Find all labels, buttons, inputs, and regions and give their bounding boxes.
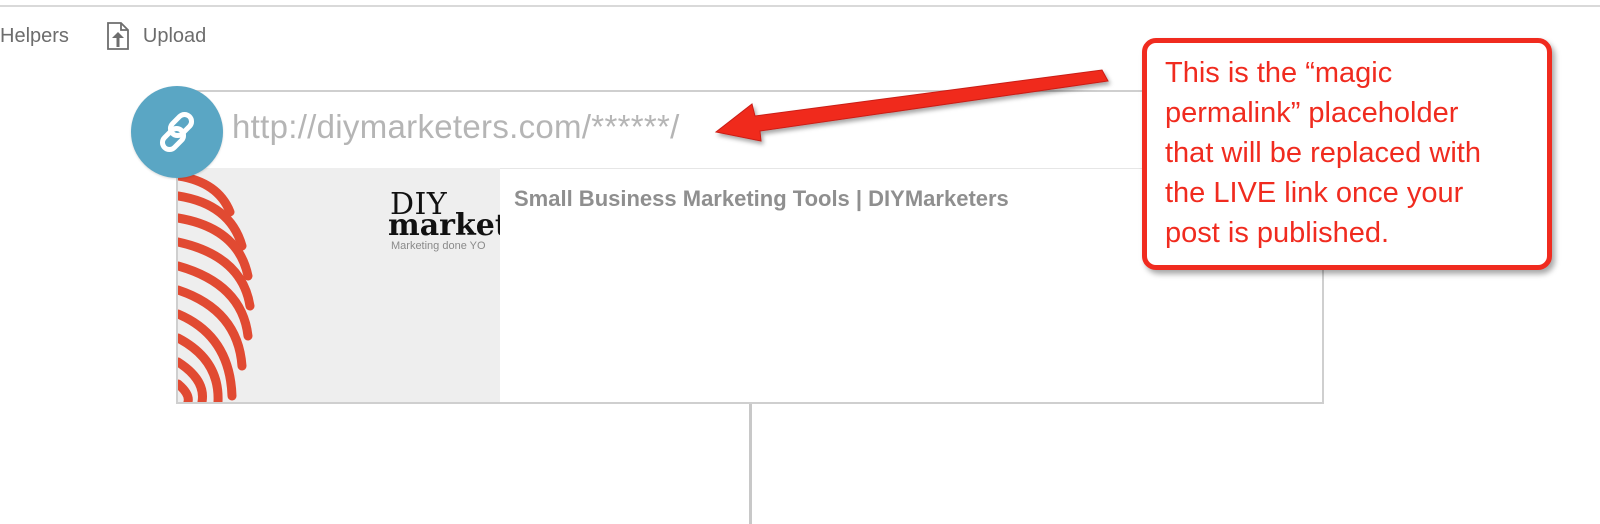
preview-title[interactable]: Small Business Marketing Tools | DIYMark…	[514, 186, 1009, 212]
annotation-callout: This is the “magic permalink” placeholde…	[1142, 38, 1552, 270]
thumbnail-tagline: Marketing done YO	[391, 240, 486, 252]
upload-icon	[105, 21, 131, 51]
editor-toolbar: Helpers Upload	[0, 20, 206, 52]
upload-label: Upload	[142, 24, 207, 47]
upload-button[interactable]: Upload	[105, 21, 206, 51]
link-badge	[131, 86, 223, 178]
preview-thumbnail: DIY market Marketing done YO	[178, 168, 500, 402]
thumbnail-brand-line2: market	[388, 208, 500, 243]
link-icon	[159, 111, 195, 153]
top-divider	[0, 5, 1600, 7]
callout-text: This is the “magic permalink” placeholde…	[1165, 57, 1481, 249]
helpers-button[interactable]: Helpers	[0, 25, 69, 48]
vertical-connector-line	[749, 404, 752, 524]
permalink-placeholder-url[interactable]: http://diymarketers.com/******/	[232, 108, 680, 146]
helpers-label: Helpers	[0, 24, 69, 47]
fingerprint-stripes-graphic	[178, 171, 255, 402]
